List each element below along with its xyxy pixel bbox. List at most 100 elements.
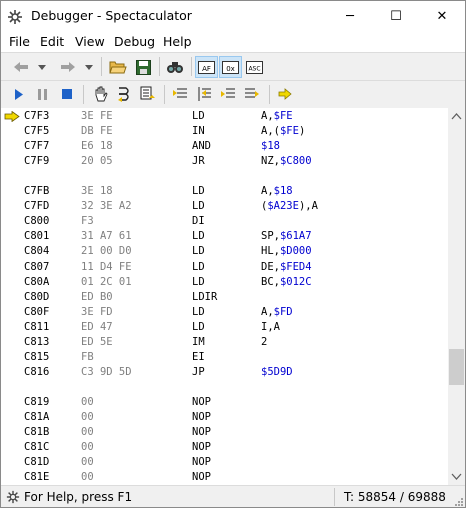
find-button[interactable] [164,56,186,78]
current-pc-arrow-icon [4,111,20,122]
row-operands: BC,$012C [261,276,312,288]
operand-literal: $18 [273,185,293,198]
operand-text: NZ, [261,155,280,168]
back-arrow-icon [14,62,28,72]
menu-edit[interactable]: Edit [40,34,64,49]
row-address: C81D [24,456,50,469]
listing-row[interactable]: C811 ED 47 LD I,A [1,320,448,335]
scroll-thumb[interactable] [449,349,464,386]
run-button[interactable] [9,83,29,105]
hex-view-button[interactable]: 0x [219,56,242,78]
step-into-button[interactable] [113,83,135,105]
operand-literal: $FE [273,110,293,122]
listing-row[interactable]: C80A 01 2C 01 LD BC,$012C [1,275,448,290]
toggle-breakpoint-button[interactable] [217,83,239,105]
hand-button[interactable] [89,83,111,105]
listing-row[interactable]: C813 ED 5E IM 2 [1,335,448,350]
toggle-breakpoint-icon [221,88,235,98]
menu-help[interactable]: Help [163,34,192,49]
listing-row[interactable]: C800 F3 DI [1,214,448,229]
open-button[interactable] [107,56,129,78]
scroll-up-icon[interactable] [448,108,465,125]
listing-row[interactable]: C819 00 NOP [1,395,448,410]
forward-dropdown-button[interactable] [82,56,96,78]
resize-grip-icon[interactable] [453,496,463,506]
vertical-scrollbar[interactable] [448,108,465,485]
row-mnemonic: NOP [192,395,211,408]
listing-row[interactable]: C7FB 3E 18 LD A,$18 [1,184,448,199]
listing-row[interactable]: C7F7 E6 18 AND $18 [1,139,448,154]
spectaculator-status-icon [6,490,20,504]
row-mnemonic: LD [192,260,205,273]
go-to-pc-icon [278,88,292,100]
listing-row[interactable]: C80F 3E FD LD A,$FD [1,305,448,320]
operand-text: ),A [298,200,318,213]
row-bytes: 01 2C 01 [81,275,132,288]
go-to-pc-button[interactable] [274,83,296,105]
listing-row[interactable]: C801 31 A7 61 LD SP,$61A7 [1,229,448,244]
listing-blank-row[interactable] [1,380,448,395]
menu-debug[interactable]: Debug [114,34,155,49]
step-out-button[interactable] [169,83,191,105]
back-dropdown-button[interactable] [35,56,49,78]
operand-literal: $D000 [279,245,312,258]
toolbar-separator [83,85,84,104]
listing-row[interactable]: C80D ED B0 LDIR [1,290,448,305]
run-to-cursor-icon [198,87,211,101]
row-operands: $5D9D [261,366,293,378]
row-bytes: 00 [81,411,94,423]
row-address: C7F5 [24,125,50,138]
row-address: C7FB [24,185,50,198]
row-bytes: 3E FD [81,305,113,318]
run-to-cursor-button[interactable] [193,83,215,105]
row-bytes: 00 [81,456,94,469]
listing-row[interactable]: C81E 00 NOP [1,470,448,485]
ascii-view-button[interactable]: ASC [243,56,266,78]
stop-button[interactable] [57,83,77,105]
clear-breakpoints-icon [245,88,259,98]
listing-row[interactable]: C7F9 20 05 JR NZ,$C800 [1,154,448,169]
row-operands: DE,$FED4 [261,261,312,273]
clear-breakpoints-button[interactable] [241,83,263,105]
pause-button[interactable] [32,83,52,105]
row-bytes: DB FE [81,125,113,138]
listing-row[interactable]: C815 FB EI [1,350,448,365]
back-button[interactable] [9,56,33,78]
row-operands: ($A23E),A [261,200,318,212]
listing-row[interactable]: C81B 00 NOP [1,425,448,440]
registers-af-icon: AF [198,60,215,74]
step-over-button[interactable] [137,83,159,105]
forward-button[interactable] [56,56,80,78]
listing-row[interactable]: C81D 00 NOP [1,455,448,470]
listing-row[interactable]: C804 21 00 D0 LD HL,$D000 [1,244,448,259]
close-icon: ✕ [436,9,448,24]
listing-row[interactable]: C816 C3 9D 5D JP $5D9D [1,365,448,380]
close-button[interactable]: ✕ [419,1,465,32]
minimize-button[interactable]: ─ [327,1,373,32]
row-bytes: 3E FE [81,110,113,122]
hand-icon [95,86,108,102]
listing-row[interactable]: C7F5 DB FE IN A,($FE) [1,124,448,139]
registers-af-button[interactable]: AF [195,56,218,78]
menu-view[interactable]: View [75,34,105,49]
row-address: C80A [24,275,50,288]
listing-row[interactable]: C81A 00 NOP [1,410,448,425]
listing-row[interactable]: C807 11 D4 FE LD DE,$FED4 [1,260,448,275]
save-button[interactable] [132,56,154,78]
find-icon [167,62,183,73]
listing-blank-row[interactable] [1,169,448,184]
listing-row[interactable]: C7F3 3E FE LD A,$FE [1,109,448,124]
menu-file[interactable]: File [9,34,30,49]
listing-row[interactable]: C81C 00 NOP [1,440,448,455]
listing-row[interactable]: C7FD 32 3E A2 LD ($A23E),A [1,199,448,214]
row-bytes: ED 5E [81,335,113,348]
row-operands: A,$FD [261,306,293,318]
operand-text: 2 [261,335,268,348]
scroll-down-icon[interactable] [448,468,465,485]
row-address: C800 [24,215,50,228]
svg-text:0x: 0x [226,65,235,73]
operand-literal: $5D9D [261,365,293,378]
toolbar-separator [269,85,270,104]
disassembly-listing[interactable]: C7F3 3E FE LD A,$FE C7F5 DB FE IN A,($FE) C7F7 E6… [1,108,448,485]
maximize-button[interactable]: ☐ [373,1,419,32]
